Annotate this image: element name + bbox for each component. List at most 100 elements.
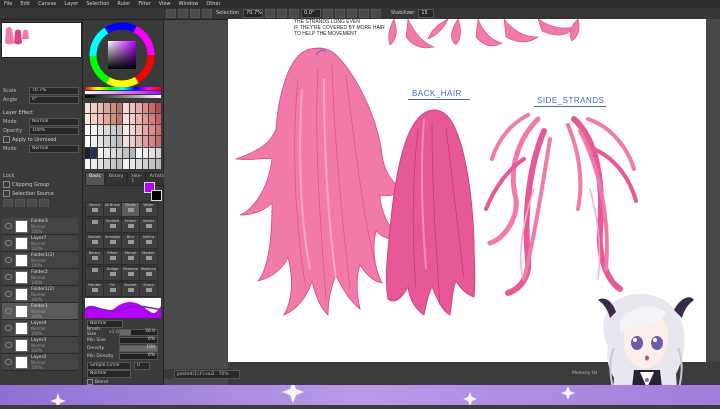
invert-selection-icon[interactable] [202, 9, 212, 18]
visibility-icon[interactable] [5, 257, 12, 263]
tool-remove[interactable]: Remove [121, 266, 140, 281]
layer-item[interactable]: Folder2 Normal 100% [2, 269, 78, 286]
tool-airbrush[interactable]: AirBrush [103, 202, 122, 217]
tool-marker[interactable]: Marker [139, 250, 158, 265]
tool-brush[interactable]: Brush [121, 202, 140, 217]
tool-pencil[interactable]: Pencil [85, 202, 104, 217]
tool-fill[interactable]: Fill [103, 282, 122, 297]
menu-file[interactable]: File [0, 0, 16, 8]
tool-mekkura[interactable]: Mekkura [139, 266, 158, 281]
menu-canvas[interactable]: Canvas [34, 0, 60, 8]
visibility-icon[interactable] [5, 240, 12, 246]
layer-opacity: 100% [31, 228, 43, 234]
menu-layer[interactable]: Layer [60, 0, 82, 8]
mode2-select[interactable]: Normal [29, 144, 79, 153]
density-slider[interactable]: 100 [119, 344, 158, 352]
hand-icon[interactable] [371, 9, 382, 18]
tool-merge[interactable]: Merge [121, 250, 140, 265]
min-size-slider[interactable]: 0% [119, 336, 158, 344]
layer-item-selected[interactable]: Folder1 Normal 100% [2, 303, 78, 320]
tool-sharp[interactable]: Sharp [139, 282, 158, 297]
tool-select[interactable]: Select [139, 218, 158, 233]
visibility-icon[interactable] [5, 274, 12, 280]
layer-item[interactable]: Folder3 Normal 100% [2, 218, 78, 235]
layer-item[interactable]: Folder1(2) Normal 100% [2, 286, 78, 303]
layer-item[interactable]: Layer7 Normal 100% [2, 235, 78, 252]
delete-layer-icon[interactable] [39, 198, 49, 207]
tool-empty[interactable] [85, 218, 104, 233]
visibility-icon[interactable] [5, 325, 12, 331]
brush-shape-value[interactable]: 0 [134, 362, 150, 370]
menu-other[interactable]: Other [202, 0, 224, 8]
swatch-grid[interactable] [85, 103, 161, 169]
menu-filter[interactable]: Filter [134, 0, 154, 8]
zoom-in-icon[interactable] [277, 9, 288, 18]
visibility-icon[interactable] [5, 342, 12, 348]
visibility-icon[interactable] [5, 223, 12, 229]
angle-field[interactable]: 0° [29, 95, 79, 104]
tool-effect[interactable]: Effect [103, 250, 122, 265]
tool-bucket[interactable]: Bucket [85, 234, 104, 249]
tool-empty-2[interactable] [85, 266, 104, 281]
tab-basic[interactable]: Basic [85, 172, 105, 186]
apply-checkbox[interactable] [3, 136, 10, 143]
tool-binary[interactable]: Binary [85, 250, 104, 265]
stabilizer-field[interactable]: 15 [418, 9, 435, 18]
tool-blur[interactable]: Blur [121, 234, 140, 249]
tab-binary[interactable]: Binary [104, 172, 128, 186]
visibility-icon[interactable] [5, 359, 12, 365]
rotate-right-icon[interactable] [335, 9, 346, 18]
color-wheel[interactable] [89, 22, 155, 88]
visibility-icon[interactable] [5, 308, 12, 314]
menu-selection[interactable]: Selection [82, 0, 113, 8]
merge-layer-icon[interactable] [27, 198, 37, 207]
layer-item[interactable]: Layer2 Normal 100% [2, 354, 78, 371]
deselect-icon[interactable] [190, 9, 200, 18]
rotate-left-icon[interactable] [323, 9, 334, 18]
brush-shape-select[interactable]: Simple Circle [87, 362, 131, 370]
min-density-slider[interactable]: 0% [119, 352, 158, 360]
color-sliders[interactable] [85, 86, 161, 99]
flip-icon[interactable] [347, 9, 358, 18]
undo-icon[interactable] [166, 9, 176, 18]
zoom-reset-icon[interactable] [289, 9, 300, 18]
menu-ruler[interactable]: Ruler [113, 0, 134, 8]
layer-item[interactable]: Folder1(2) Normal 100% [2, 252, 78, 269]
zoom-field[interactable]: 70.7% [243, 9, 264, 18]
mode-select[interactable]: Normal [29, 117, 79, 126]
redo-icon[interactable] [178, 9, 188, 18]
clipping-checkbox[interactable] [3, 181, 10, 188]
zoom-out-icon[interactable] [265, 9, 276, 18]
new-layer-icon[interactable] [3, 198, 13, 207]
menu-view[interactable]: View [155, 0, 175, 8]
tool-smudge[interactable]: Smudge [103, 234, 122, 249]
visibility-icon[interactable] [5, 291, 12, 297]
navigator-preview[interactable] [1, 22, 82, 58]
tool-pointer[interactable]: Pointer [85, 282, 104, 297]
tab-hex[interactable]: Hex-1 [127, 172, 146, 186]
tool-eraser[interactable]: Eraser [121, 218, 140, 233]
tool-selera[interactable]: SelEra [139, 234, 158, 249]
opacity-field[interactable]: 100% [29, 126, 79, 135]
rotate-reset-icon[interactable] [359, 9, 370, 18]
new-folder-icon[interactable] [15, 198, 25, 207]
brush-size-slider[interactable]: 30.0 [119, 328, 158, 336]
layer-item[interactable]: Layer3 Normal 100% [2, 337, 78, 354]
secondary-color-swatch[interactable] [151, 190, 162, 201]
rotation-field[interactable]: 0.0° [301, 9, 322, 18]
document-tab[interactable]: pasted(1).Fl.sai2 70% [174, 370, 240, 379]
density-label: Density [87, 345, 105, 351]
brush-texture-select[interactable]: Normal [87, 370, 131, 378]
selection-source-checkbox[interactable] [3, 190, 10, 197]
lock-label: Lock [3, 172, 15, 179]
tool-bucket-2[interactable]: Bucket [121, 282, 140, 297]
tool-water[interactable]: Water [139, 202, 158, 217]
menu-window[interactable]: Window [175, 0, 203, 8]
scale-field[interactable]: 70.7% [29, 86, 79, 95]
layer-item[interactable]: Layer4 Normal 100% [2, 320, 78, 337]
right-scroll-strip[interactable] [706, 19, 720, 362]
tool-scratch[interactable]: Scratch [103, 218, 122, 233]
menu-edit[interactable]: Edit [16, 0, 34, 8]
tool-dodge[interactable]: Dodge [103, 266, 122, 281]
layer-opacity: 100% [31, 279, 43, 285]
